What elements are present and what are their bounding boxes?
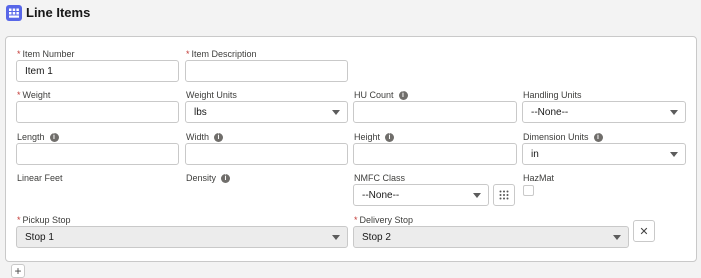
grid-icon [499,190,509,200]
nmfc-class-select[interactable]: --None-- [353,184,489,206]
density-label: Density i [186,173,231,184]
dimension-units-select[interactable]: in [522,143,686,165]
plus-icon: + [14,264,22,278]
nmfc-class-label: NMFC Class [354,173,405,183]
chevron-down-icon [613,235,621,240]
height-label: Height i [354,132,395,143]
item-description-label: * Item Description [186,49,257,59]
dimension-units-label: Dimension Units i [523,132,603,143]
item-number-input[interactable]: Item 1 [16,60,179,82]
info-icon[interactable]: i [385,133,395,142]
delivery-stop-label: * Delivery Stop [354,215,414,225]
info-icon[interactable]: i [221,174,231,183]
weight-units-select[interactable]: lbs [185,101,348,123]
item-number-label: * Item Number [17,49,75,59]
info-icon[interactable]: i [49,133,59,142]
info-icon[interactable]: i [593,133,603,142]
hu-count-label: HU Count i [354,90,408,101]
length-label: Length i [17,132,59,143]
add-line-item-button[interactable]: + [11,264,25,278]
item-description-input[interactable] [185,60,348,82]
handling-units-label: Handling Units [523,90,582,100]
length-input[interactable] [16,143,179,165]
close-icon: ✕ [639,225,649,238]
handling-units-select[interactable]: --None-- [522,101,686,123]
info-icon[interactable]: i [398,91,408,100]
chevron-down-icon [670,110,678,115]
weight-units-label: Weight Units [186,90,237,100]
width-label: Width i [186,132,224,143]
chevron-down-icon [473,193,481,198]
list-icon [6,5,22,21]
pickup-stop-label: * Pickup Stop [17,215,71,225]
width-input[interactable] [185,143,348,165]
chevron-down-icon [332,235,340,240]
chevron-down-icon [332,110,340,115]
height-input[interactable] [353,143,517,165]
weight-input[interactable] [16,101,179,123]
line-item-card: * Item Number Item 1 * Item Description * W… [5,36,697,262]
pickup-stop-select[interactable]: Stop 1 [16,226,348,248]
delivery-stop-select[interactable]: Stop 2 [353,226,629,248]
hazmat-checkbox[interactable] [523,185,534,196]
chevron-down-icon [670,152,678,157]
weight-label: * Weight [17,90,51,100]
nmfc-lookup-button[interactable] [493,184,515,206]
section-title: Line Items [26,5,91,20]
info-icon[interactable]: i [214,133,224,142]
hu-count-input[interactable] [353,101,517,123]
hazmat-label: HazMat [523,173,555,183]
linear-feet-label: Linear Feet [17,173,63,183]
section-header: Line Items [0,0,701,32]
remove-line-item-button[interactable]: ✕ [633,220,655,242]
